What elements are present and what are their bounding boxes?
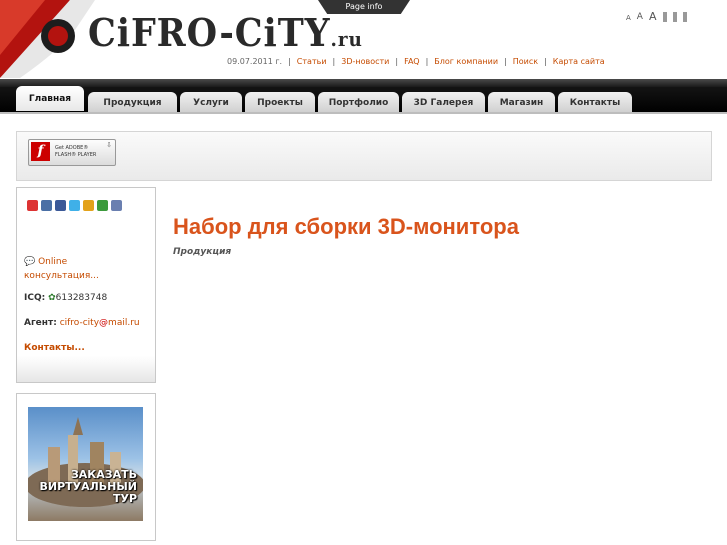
tab-3d-gallery[interactable]: 3D Галерея <box>402 92 485 113</box>
get-flash-player-button[interactable]: f Get ADOBE® FLASH® PLAYER ⇩ <box>28 139 116 166</box>
flash-logo-icon: f <box>31 142 50 161</box>
agent-user[interactable]: cifro-city <box>60 318 99 328</box>
tab-contacts[interactable]: Контакты <box>558 92 632 113</box>
agent-contact: Агент: cifro-city@mail.ru <box>24 318 140 328</box>
tab-home[interactable]: Главная <box>16 86 84 111</box>
tab-projects[interactable]: Проекты <box>245 92 315 113</box>
twitter-icon[interactable] <box>69 200 80 211</box>
tab-portfolio[interactable]: Портфолио <box>318 92 399 113</box>
width-narrow-icon[interactable] <box>662 12 667 22</box>
virtual-tour-banner[interactable]: ЗАКАЗАТЬ ВИРТУАЛЬНЫЙ ТУР <box>28 407 143 521</box>
page-title: Набор для сборки 3D-монитора <box>173 214 519 239</box>
link-blog[interactable]: Блог компании <box>434 57 498 66</box>
tab-services[interactable]: Услуги <box>180 92 242 113</box>
width-medium-icon[interactable] <box>672 12 677 22</box>
flash-badge-line2: FLASH® PLAYER <box>55 152 97 158</box>
link-faq[interactable]: FAQ <box>404 57 420 66</box>
font-medium-button[interactable]: A <box>637 13 643 22</box>
download-arrow-icon: ⇩ <box>106 141 112 149</box>
facebook-icon[interactable] <box>55 200 66 211</box>
vkontakte-icon[interactable] <box>41 200 52 211</box>
tour-banner-text: ЗАКАЗАТЬ ВИРТУАЛЬНЫЙ ТУР <box>39 468 137 505</box>
font-small-button[interactable]: A <box>626 15 631 22</box>
link-3d-news[interactable]: 3D-новости <box>341 57 389 66</box>
icq-flower-icon: ✿ <box>48 293 56 303</box>
people-icon[interactable] <box>83 200 94 211</box>
social-share-icons <box>27 200 122 211</box>
flash-badge-line1: Get ADOBE® <box>55 145 89 151</box>
online-consult-link[interactable]: 💬 Online консультация... <box>24 255 134 283</box>
at-icon: @ <box>99 318 109 328</box>
contacts-link[interactable]: Контакты... <box>24 343 85 353</box>
site-logo[interactable]: CiFRO-CiTY.ru <box>88 10 363 55</box>
icq-number[interactable]: 613283748 <box>56 293 108 303</box>
link-search[interactable]: Поиск <box>513 57 538 66</box>
chat-bubble-icon: 💬 <box>24 257 36 267</box>
icq-label: ICQ: <box>24 293 46 303</box>
nav-divider <box>0 112 727 114</box>
page-info-tab[interactable]: Page info <box>318 0 410 14</box>
font-size-controls: A A A <box>626 11 687 22</box>
icq-contact: ICQ: ✿613283748 <box>24 293 107 303</box>
current-date: 09.07.2011 г. <box>227 57 283 66</box>
link-articles[interactable]: Статьи <box>297 57 327 66</box>
flash-panel <box>16 131 712 181</box>
link-sitemap[interactable]: Карта сайта <box>553 57 605 66</box>
info-icon[interactable] <box>27 200 38 211</box>
width-wide-icon[interactable] <box>682 12 687 22</box>
logo-suffix-text: .ru <box>330 27 363 51</box>
pencil-icon[interactable] <box>111 200 122 211</box>
font-large-button[interactable]: A <box>649 11 657 22</box>
top-links-bar: 09.07.2011 г. | Статьи | 3D-новости | FAQ | Блог… <box>227 57 605 66</box>
logo-emblem <box>0 0 95 78</box>
agent-domain[interactable]: mail.ru <box>108 318 140 328</box>
category-label[interactable]: Продукция <box>173 247 231 257</box>
agent-label: Агент: <box>24 318 57 328</box>
sidebar-contact-box <box>16 187 156 383</box>
tab-shop[interactable]: Магазин <box>488 92 555 113</box>
logo-main-text: CiFRO-CiTY <box>88 10 331 55</box>
tab-products[interactable]: Продукция <box>88 92 177 113</box>
group-icon[interactable] <box>97 200 108 211</box>
